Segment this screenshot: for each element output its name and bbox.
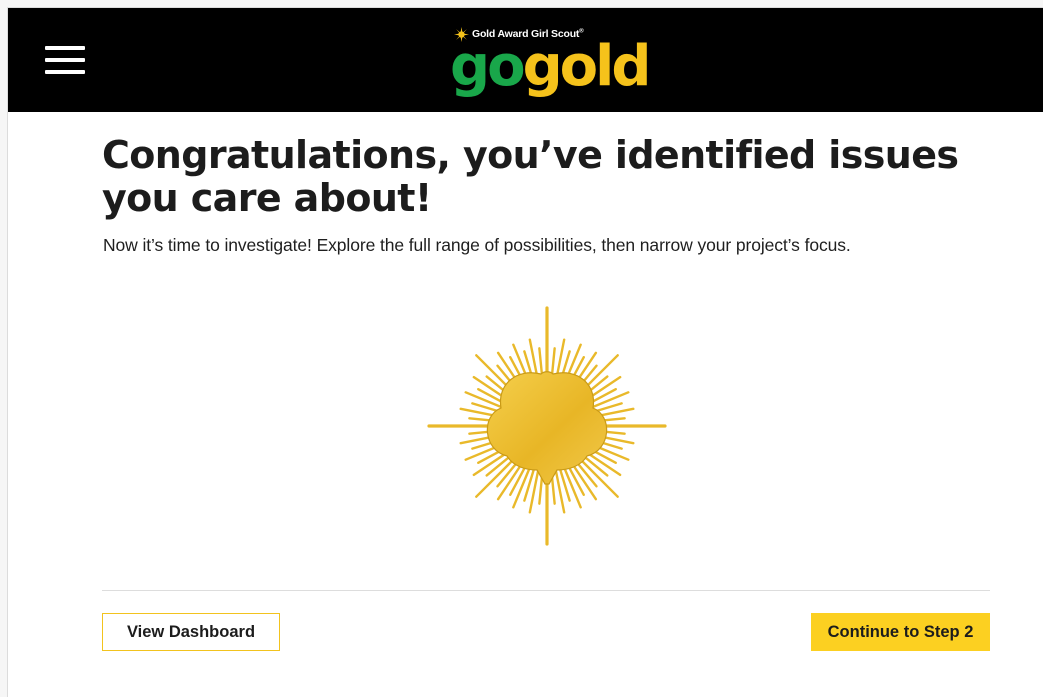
browser-viewport: Gold Award Girl Scout® gogold Congratula…	[0, 0, 1043, 697]
page-subtitle: Now it’s time to investigate! Explore th…	[103, 235, 851, 255]
sun-ray	[475, 457, 516, 498]
gogold-logo[interactable]: Gold Award Girl Scout® gogold	[448, 24, 651, 102]
divider	[102, 590, 990, 591]
logo-gold: gold	[522, 34, 652, 99]
sun-ray	[578, 457, 619, 498]
gold-award-trefoil-badge-icon	[427, 306, 667, 546]
hamburger-menu-icon[interactable]	[45, 46, 85, 74]
logo-go: go	[450, 34, 526, 99]
page: Gold Award Girl Scout® gogold Congratula…	[7, 7, 1043, 697]
continue-to-step-2-button[interactable]: Continue to Step 2	[811, 613, 990, 651]
page-title: Congratulations, you’ve identified issue…	[102, 133, 959, 220]
logo-wordmark: gogold	[450, 28, 652, 106]
site-header: Gold Award Girl Scout® gogold	[8, 8, 1043, 112]
view-dashboard-button[interactable]: View Dashboard	[102, 613, 280, 651]
